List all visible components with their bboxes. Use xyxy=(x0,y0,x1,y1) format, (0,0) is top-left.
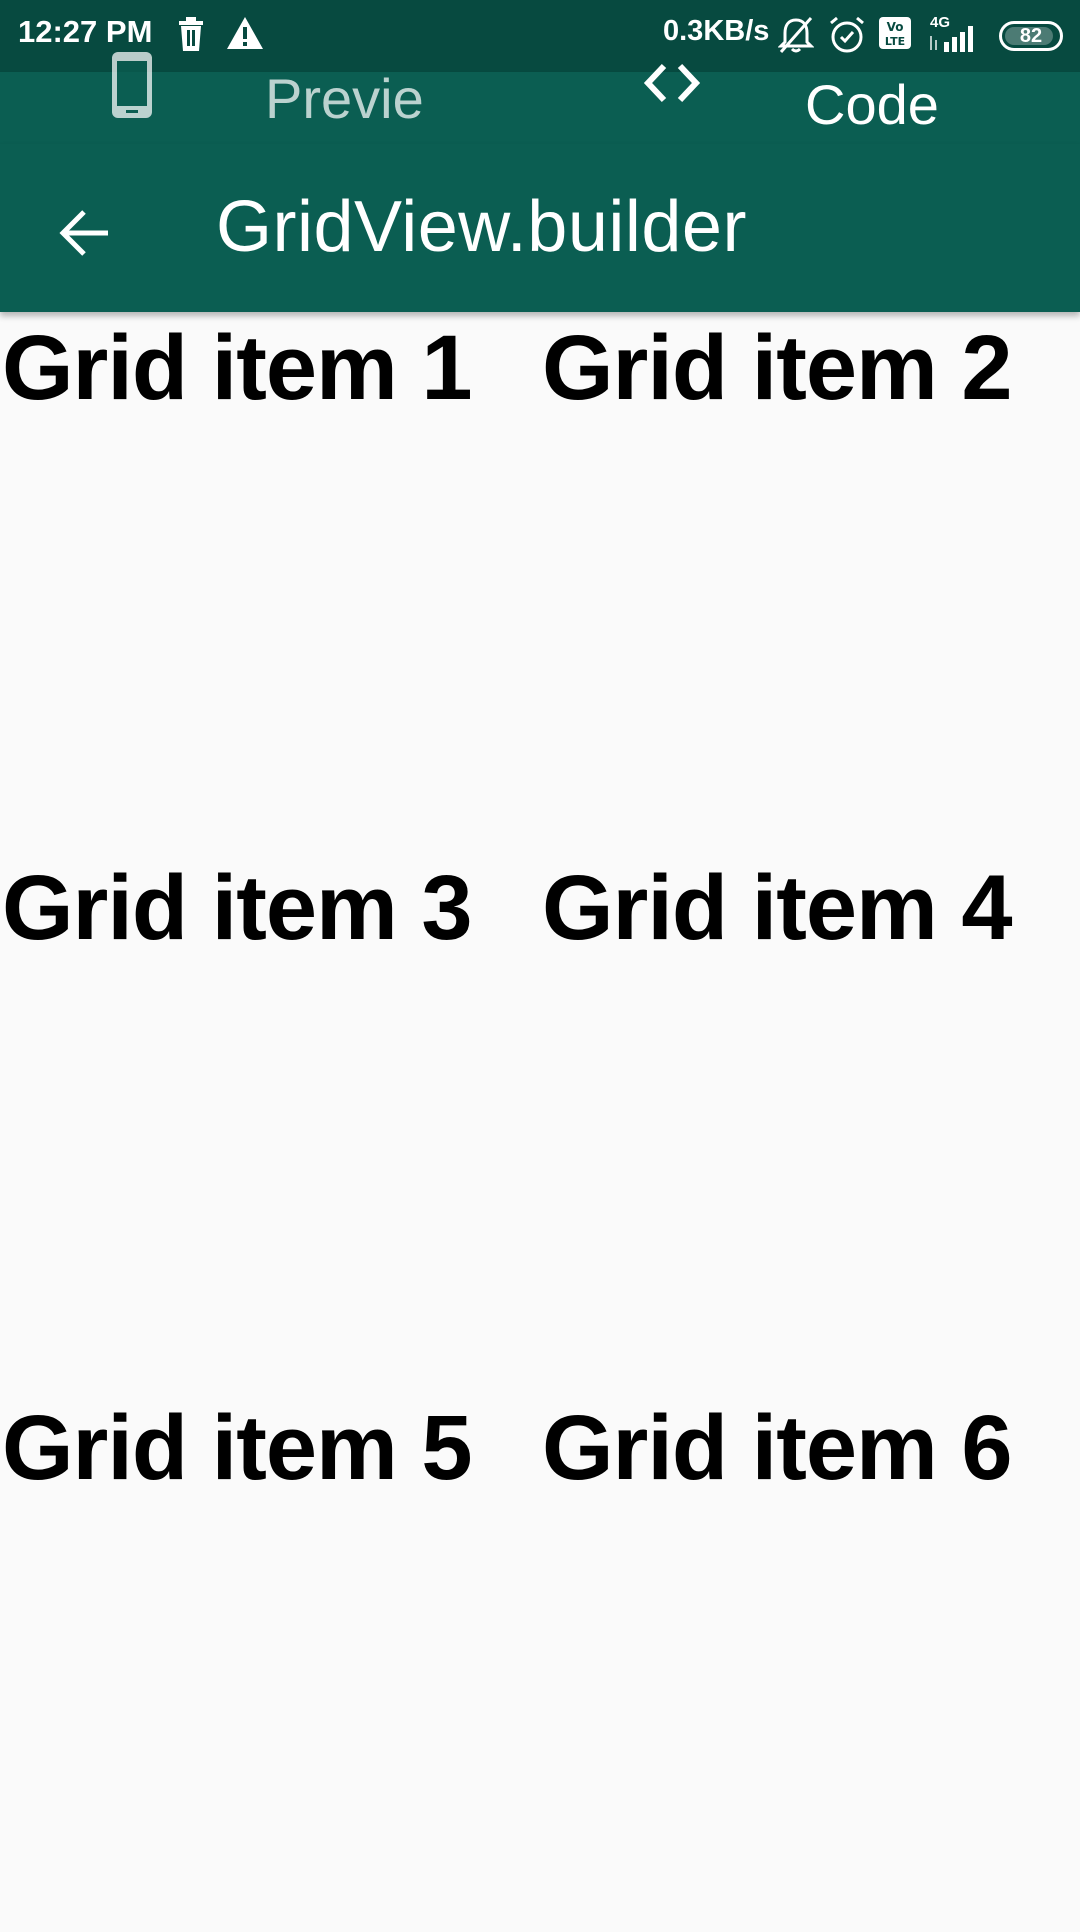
arrow-back-icon xyxy=(59,210,108,256)
battery-level: 82 xyxy=(1019,24,1043,47)
signal-icon xyxy=(930,26,973,52)
tab-code-label: Code xyxy=(805,73,939,136)
trash-icon xyxy=(179,17,203,51)
code-icon xyxy=(643,63,701,103)
alarm-icon xyxy=(830,16,864,53)
warning-icon xyxy=(227,17,263,49)
grid-item-label: Grid item 6 xyxy=(542,1397,1013,1499)
grid-item[interactable]: Grid item 6 xyxy=(540,1392,1080,1932)
grid-item[interactable]: Grid item 3 xyxy=(0,852,540,1392)
grid-item-label: Grid item 4 xyxy=(542,857,1013,959)
tab-preview[interactable]: Preview xyxy=(100,52,500,196)
status-bar: 12:27 PM 0.3KB/s Vo LTE 4G 82 xyxy=(0,0,1080,72)
back-button[interactable] xyxy=(40,188,130,278)
grid-item[interactable]: Grid item 1 xyxy=(0,312,540,852)
volte-icon: Vo LTE xyxy=(879,17,911,49)
network-speed: 0.3KB/s xyxy=(663,15,770,47)
grid-item-label: Grid item 2 xyxy=(542,317,1013,419)
svg-text:LTE: LTE xyxy=(885,35,905,48)
grid-item-label: Grid item 3 xyxy=(2,857,473,959)
page-title: GridView.builder xyxy=(216,187,747,267)
grid-view[interactable]: Grid item 1 Grid item 2 Grid item 3 Grid… xyxy=(0,312,1080,1920)
svg-text:Vo: Vo xyxy=(887,20,904,34)
grid-item[interactable]: Grid item 2 xyxy=(540,312,1080,852)
grid-item[interactable]: Grid item 4 xyxy=(540,852,1080,1392)
status-time: 12:27 PM xyxy=(18,14,153,49)
muted-bell-icon xyxy=(778,17,814,53)
grid-item[interactable]: Grid item 5 xyxy=(0,1392,540,1932)
app-bar: GridView.builder xyxy=(0,144,1080,312)
tab-code[interactable]: Code xyxy=(630,63,960,144)
tab-bar: Preview Code xyxy=(0,52,1080,196)
grid-item-label: Grid item 5 xyxy=(2,1397,473,1499)
battery-icon: 82 xyxy=(999,21,1063,51)
grid-item-label: Grid item 1 xyxy=(2,317,473,419)
phone-icon xyxy=(112,52,152,118)
